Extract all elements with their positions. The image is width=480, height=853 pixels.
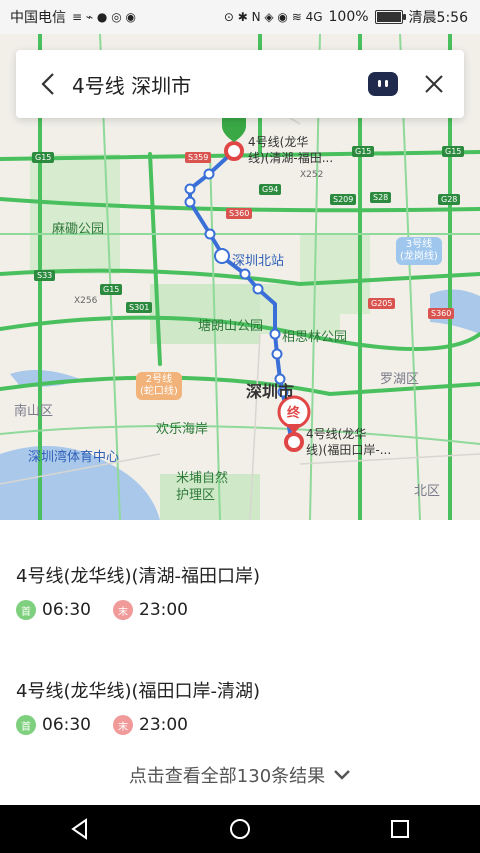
- last-train-time: 23:00: [139, 600, 188, 620]
- first-train-badge: 首: [16, 715, 36, 735]
- road-shield: G205: [368, 298, 396, 309]
- show-all-results-label: 点击查看全部130条结果: [128, 766, 326, 787]
- status-bar: 中国电信 ≡ ⌁ ● ◎ ◉ ⊙ ✱ N ◈ ◉ ≋ 4G 100% 清晨5:5…: [0, 0, 480, 34]
- last-train-time: 23:00: [139, 715, 188, 735]
- line3-badge: 3号线 (龙岗线): [396, 237, 442, 265]
- system-icons: ⊙ ✱ N ◈ ◉ ≋ 4G: [223, 10, 323, 24]
- map-label-xiangsi: 相思林公园: [282, 330, 348, 345]
- road-shield: S209: [330, 194, 357, 205]
- start-stop-label[interactable]: 4号线(龙华 线)(清湖-福田...: [248, 134, 333, 166]
- back-arrow-icon[interactable]: [28, 64, 68, 104]
- road-label: X252: [300, 170, 324, 180]
- line2-badge: 2号线 (蛇口线): [136, 372, 182, 400]
- road-shield: S28: [370, 192, 392, 203]
- road-shield: S33: [34, 270, 56, 281]
- map-label-sports: 深圳湾体育中心: [28, 450, 120, 465]
- first-train-time: 06:30: [42, 600, 91, 620]
- road-label: X256: [74, 296, 98, 306]
- road-shield: G15: [442, 146, 465, 157]
- result-line-name: 4号线(龙华线)(清湖-福田口岸): [16, 566, 261, 587]
- result-item[interactable]: 4号线(龙华线)(福田口岸-清湖) 首 06:30 末 23:00: [16, 677, 260, 735]
- close-icon[interactable]: [416, 66, 452, 102]
- clock: 清晨5:56: [408, 10, 468, 26]
- road-shield: G28: [438, 194, 461, 205]
- road-shield: S360: [428, 308, 455, 319]
- carrier-label: 中国电信: [10, 10, 66, 26]
- road-shield: S359: [185, 152, 212, 163]
- map-label-mipu: 米埔自然 护理区: [176, 471, 229, 503]
- map-label-huanle: 欢乐海岸: [156, 422, 209, 437]
- chevron-down-icon: [334, 770, 351, 780]
- map-label-maluan: 麻磡公园: [52, 222, 105, 237]
- robot-assistant-icon[interactable]: [368, 72, 398, 96]
- battery-percent: 100%: [328, 9, 369, 25]
- back-nav-icon[interactable]: [68, 817, 92, 841]
- result-item[interactable]: 4号线(龙华线)(清湖-福田口岸) 首 06:30 末 23:00: [16, 562, 260, 620]
- notification-icons: ≡ ⌁ ● ◎ ◉: [72, 10, 136, 24]
- map-label-tanglang: 塘朗山公园: [198, 319, 264, 334]
- home-nav-icon[interactable]: [228, 817, 252, 841]
- road-shield: S301: [126, 302, 153, 313]
- system-navigation-bar: [0, 805, 480, 853]
- end-stop-label[interactable]: 4号线(龙华 线)(福田口岸-...: [306, 426, 391, 458]
- road-shield: S360: [226, 208, 253, 219]
- battery-icon: [374, 10, 406, 24]
- recents-nav-icon[interactable]: [388, 817, 412, 841]
- search-query[interactable]: 4号线 深圳市: [72, 70, 368, 99]
- search-bar: 4号线 深圳市: [16, 50, 464, 118]
- map-label-luohu: 罗湖区: [380, 372, 420, 387]
- road-shield: G94: [259, 184, 282, 195]
- result-line-name: 4号线(龙华线)(福田口岸-清湖): [16, 681, 261, 702]
- show-all-results-button[interactable]: 点击查看全部130条结果: [0, 762, 480, 788]
- road-shield: G15: [32, 152, 55, 163]
- map-label-shenzhen-city: 深圳市: [246, 382, 295, 401]
- first-train-badge: 首: [16, 600, 36, 620]
- map-label-shenzhen-north: 深圳北站: [232, 254, 285, 269]
- road-shield: G15: [100, 284, 123, 295]
- road-shield: G15: [352, 146, 375, 157]
- map-label-beiqu: 北区: [414, 484, 441, 499]
- last-train-badge: 末: [113, 715, 133, 735]
- first-train-time: 06:30: [42, 715, 91, 735]
- last-train-badge: 末: [113, 600, 133, 620]
- map-label-nanshan: 南山区: [14, 404, 54, 419]
- end-marker-label: 终: [287, 406, 301, 421]
